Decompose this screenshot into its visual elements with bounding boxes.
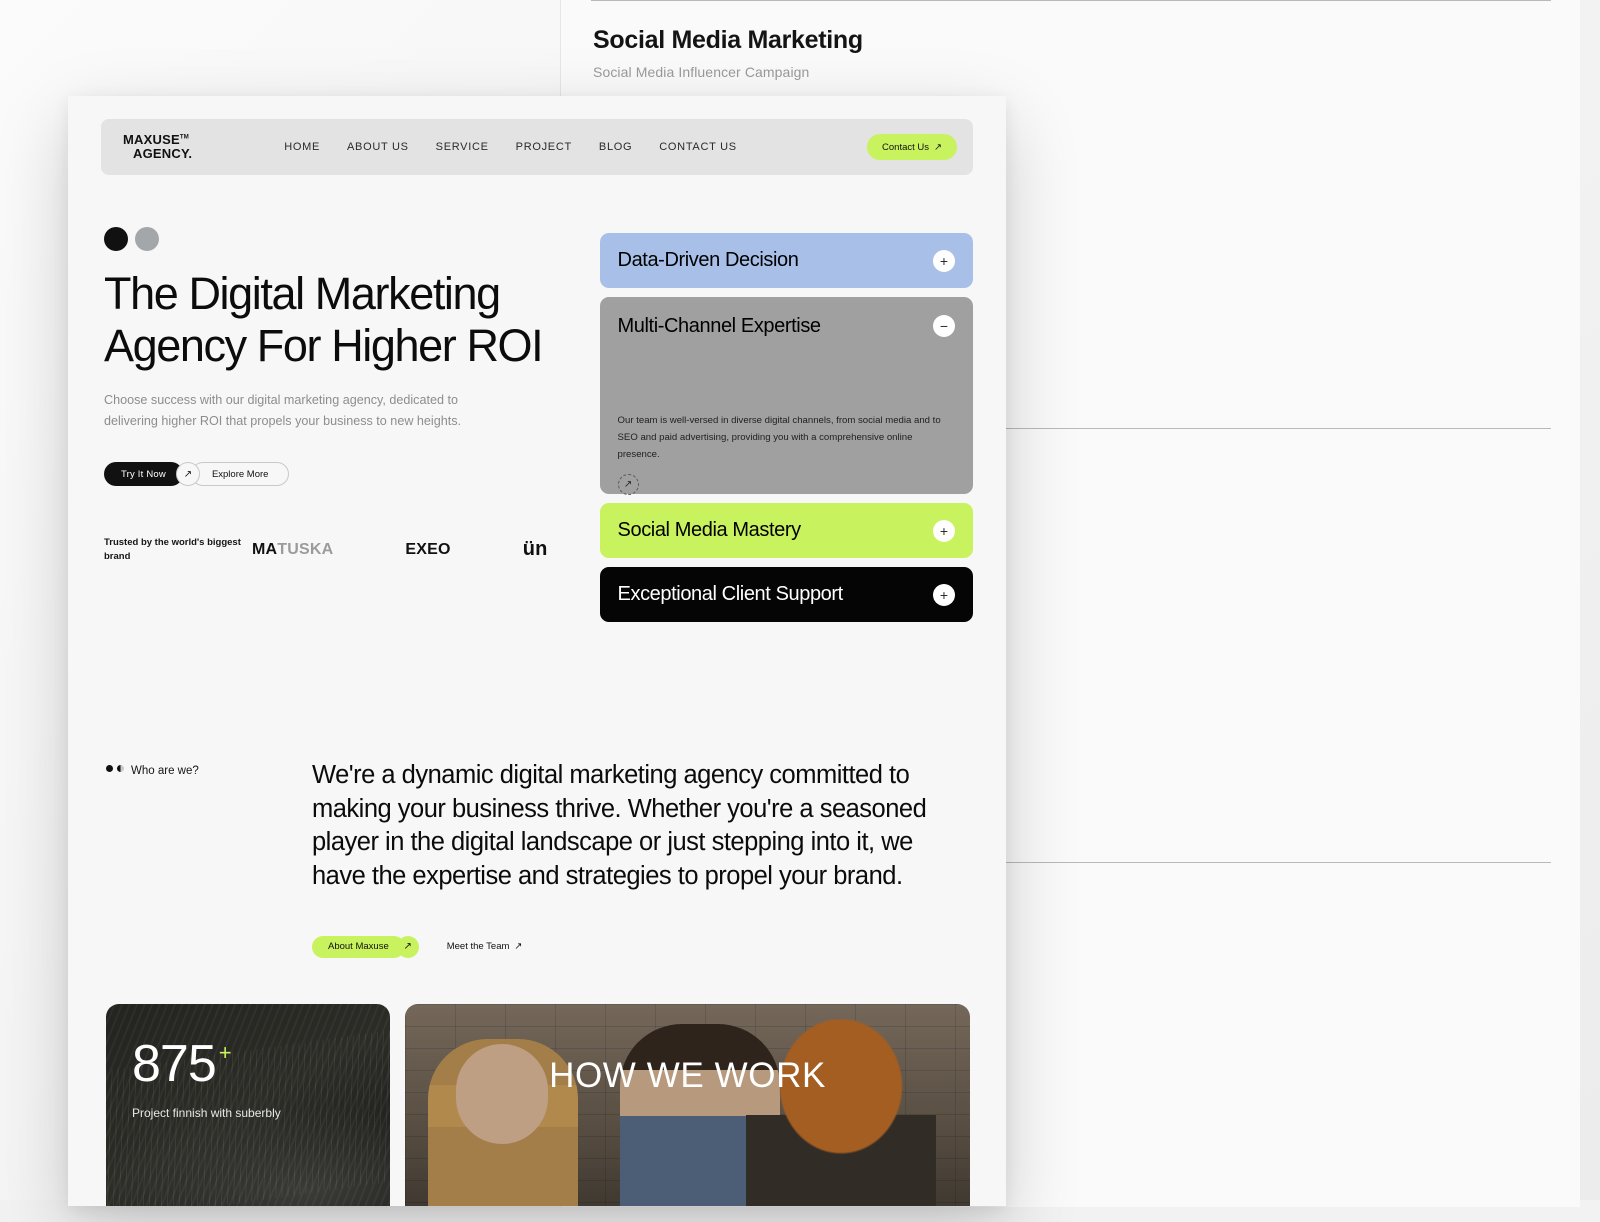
plus-icon[interactable]: + — [933, 584, 955, 606]
who-we-are-section: Who are we? We're a dynamic digital mark… — [68, 631, 1006, 958]
meet-the-team-label: Meet the Team — [447, 941, 510, 952]
about-maxuse-button[interactable]: About Maxuse — [312, 936, 405, 958]
brand-logo-matuska: MATUSKA — [252, 541, 333, 559]
stat-number: 875 — [132, 1034, 216, 1094]
accordion-title: Data-Driven Decision — [618, 249, 799, 272]
who-we-are-label-text: Who are we? — [131, 765, 199, 777]
hero-section: The Digital Marketing Agency For Higher … — [68, 175, 1006, 631]
hero-subtitle: Choose success with our digital marketin… — [104, 390, 504, 431]
dot-dark-icon — [104, 227, 128, 251]
nav-item-about-us[interactable]: ABOUT US — [347, 141, 409, 153]
hero-cta-group: Try It Now ↗ Explore More — [104, 462, 548, 486]
plus-icon[interactable]: + — [933, 520, 955, 542]
accordion-item-multi-channel-expertise[interactable]: Multi-Channel Expertise − Our team is we… — [600, 297, 973, 494]
plus-icon[interactable]: + — [933, 250, 955, 272]
page-title: The Digital Marketing Agency For Higher … — [104, 268, 548, 372]
arrow-up-right-icon: ↗ — [934, 142, 942, 153]
navbar: MAXUSETM AGENCY. HOME ABOUT US SERVICE P… — [101, 119, 973, 175]
accordion-item-exceptional-client-support[interactable]: Exceptional Client Support + — [600, 567, 973, 622]
who-we-are-label: Who are we? — [106, 759, 312, 958]
brand-logo-exeo: EXEO — [405, 541, 450, 559]
background-service-card: Social Media Marketing Social Media Infl… — [593, 26, 1600, 80]
brand-matuska-bold: MA — [252, 541, 277, 558]
features-accordion: Data-Driven Decision + Multi-Channel Exp… — [600, 227, 973, 631]
accordion-title: Multi-Channel Expertise — [618, 315, 821, 338]
bottom-cards-row: 875 + Project finnish with suberbly HOW … — [68, 958, 1006, 1206]
dot-gray-icon — [135, 227, 159, 251]
arrow-up-right-icon[interactable]: ↗ — [618, 474, 639, 495]
dot-dark-icon — [106, 765, 113, 772]
nav-links: HOME ABOUT US SERVICE PROJECT BLOG CONTA… — [284, 141, 737, 153]
accordion-title: Exceptional Client Support — [618, 583, 843, 606]
stat-card: 875 + Project finnish with suberbly — [106, 1004, 390, 1206]
how-we-work-title: HOW WE WORK — [405, 1056, 970, 1096]
background-card-subtitle: Social Media Influencer Campaign — [593, 64, 1600, 80]
how-we-work-card: HOW WE WORK Hear from Davide — [405, 1004, 970, 1206]
who-we-are-body: We're a dynamic digital marketing agency… — [312, 759, 970, 958]
arrow-up-right-icon[interactable]: ↗ — [176, 462, 200, 486]
who-we-are-paragraph: We're a dynamic digital marketing agency… — [312, 759, 970, 894]
brand-logo-un: ün — [523, 538, 548, 561]
foreground-page-card: MAXUSETM AGENCY. HOME ABOUT US SERVICE P… — [68, 96, 1006, 1206]
brand-exeo-bold: EX — [405, 541, 427, 558]
accordion-item-social-media-mastery[interactable]: Social Media Mastery + — [600, 503, 973, 558]
accordion-body-text: Our team is well-versed in diverse digit… — [618, 413, 955, 463]
stat-label: Project finnish with suberbly — [132, 1106, 364, 1120]
contact-us-label: Contact Us — [882, 142, 929, 153]
dot-half-icon — [117, 765, 124, 772]
brand-matuska-light: TUSKA — [277, 541, 333, 558]
who-we-are-cta-group: About Maxuse ↗ Meet the Team ↗ — [312, 936, 970, 958]
stat-plus-icon: + — [219, 1040, 231, 1066]
nav-item-contact-us[interactable]: CONTACT US — [659, 141, 737, 153]
nav-item-service[interactable]: SERVICE — [436, 141, 489, 153]
trusted-brands-row: Trusted by the world's biggest brand MAT… — [104, 536, 548, 564]
logo-trademark: TM — [180, 135, 189, 141]
nav-item-blog[interactable]: BLOG — [599, 141, 632, 153]
logo-line2: AGENCY. — [123, 147, 192, 161]
accordion-title: Social Media Mastery — [618, 519, 801, 542]
nav-item-home[interactable]: HOME — [284, 141, 320, 153]
meet-the-team-button[interactable]: Meet the Team ↗ — [447, 941, 523, 952]
background-divider-top — [591, 0, 1551, 1]
contact-us-button[interactable]: Contact Us ↗ — [867, 134, 957, 160]
arrow-up-right-icon: ↗ — [514, 941, 522, 952]
stat-number-group: 875 + — [132, 1034, 364, 1094]
try-it-now-button[interactable]: Try It Now — [104, 462, 183, 486]
nav-item-project[interactable]: PROJECT — [516, 141, 572, 153]
brand-exeo-light: EO — [427, 541, 451, 558]
decorative-dots — [104, 227, 548, 251]
arrow-up-right-icon[interactable]: ↗ — [397, 936, 419, 958]
logo[interactable]: MAXUSETM AGENCY. — [123, 133, 192, 160]
accordion-item-data-driven-decision[interactable]: Data-Driven Decision + — [600, 233, 973, 288]
trusted-label: Trusted by the world's biggest brand — [104, 536, 252, 564]
accordion-body: Our team is well-versed in diverse digit… — [600, 355, 973, 495]
explore-more-button[interactable]: Explore More — [191, 462, 290, 486]
hero-left-column: The Digital Marketing Agency For Higher … — [104, 227, 548, 631]
minus-icon[interactable]: − — [933, 315, 955, 337]
brand-un-bold: ün — [523, 538, 548, 560]
background-card-title: Social Media Marketing — [593, 26, 1600, 55]
